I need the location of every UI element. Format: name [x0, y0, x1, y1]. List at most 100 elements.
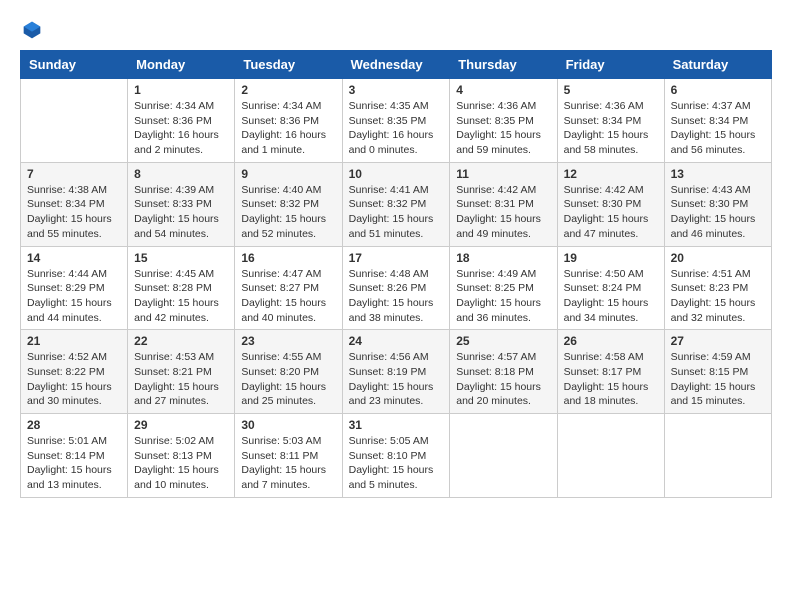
- day-info: Sunrise: 4:39 AM Sunset: 8:33 PM Dayligh…: [134, 183, 228, 242]
- day-cell: 12 Sunrise: 4:42 AM Sunset: 8:30 PM Dayli…: [557, 162, 664, 246]
- day-info: Sunrise: 4:49 AM Sunset: 8:25 PM Dayligh…: [456, 267, 550, 326]
- week-row-5: 28 Sunrise: 5:01 AM Sunset: 8:14 PM Dayli…: [21, 414, 772, 498]
- day-cell: 13 Sunrise: 4:43 AM Sunset: 8:30 PM Dayli…: [664, 162, 771, 246]
- day-number: 16: [241, 251, 335, 265]
- day-number: 2: [241, 83, 335, 97]
- header-saturday: Saturday: [664, 51, 771, 79]
- day-cell: [557, 414, 664, 498]
- day-info: Sunrise: 4:43 AM Sunset: 8:30 PM Dayligh…: [671, 183, 765, 242]
- day-number: 27: [671, 334, 765, 348]
- day-info: Sunrise: 4:44 AM Sunset: 8:29 PM Dayligh…: [27, 267, 121, 326]
- week-row-1: 1 Sunrise: 4:34 AM Sunset: 8:36 PM Daylig…: [21, 79, 772, 163]
- day-info: Sunrise: 4:38 AM Sunset: 8:34 PM Dayligh…: [27, 183, 121, 242]
- day-number: 22: [134, 334, 228, 348]
- day-number: 10: [349, 167, 444, 181]
- day-cell: 24Sunrise: 4:56 AM Sunset: 8:19 PM Dayli…: [342, 330, 450, 414]
- day-cell: 9Sunrise: 4:40 AM Sunset: 8:32 PM Daylig…: [235, 162, 342, 246]
- day-cell: [21, 79, 128, 163]
- day-number: 9: [241, 167, 335, 181]
- day-number: 7: [27, 167, 121, 181]
- day-cell: 29 Sunrise: 5:02 AM Sunset: 8:13 PM Dayli…: [128, 414, 235, 498]
- day-info: Sunrise: 5:05 AM Sunset: 8:10 PM Dayligh…: [349, 434, 444, 493]
- day-info: Sunrise: 4:55 AM Sunset: 8:20 PM Dayligh…: [241, 350, 335, 409]
- week-row-4: 21 Sunrise: 4:52 AM Sunset: 8:22 PM Dayli…: [21, 330, 772, 414]
- day-info: Sunrise: 4:37 AM Sunset: 8:34 PM Dayligh…: [671, 99, 765, 158]
- day-cell: [450, 414, 557, 498]
- day-cell: 22 Sunrise: 4:53 AM Sunset: 8:21 PM Dayli…: [128, 330, 235, 414]
- day-cell: 27 Sunrise: 4:59 AM Sunset: 8:15 PM Dayli…: [664, 330, 771, 414]
- day-info: Sunrise: 4:42 AM Sunset: 8:30 PM Dayligh…: [564, 183, 658, 242]
- day-cell: 6 Sunrise: 4:37 AM Sunset: 8:34 PM Daylig…: [664, 79, 771, 163]
- calendar-header-row: SundayMondayTuesdayWednesdayThursdayFrid…: [21, 51, 772, 79]
- day-cell: 11 Sunrise: 4:42 AM Sunset: 8:31 PM Dayli…: [450, 162, 557, 246]
- logo-icon: [22, 20, 42, 40]
- day-info: Sunrise: 4:34 AM Sunset: 8:36 PM Dayligh…: [241, 99, 335, 158]
- day-info: Sunrise: 4:36 AM Sunset: 8:34 PM Dayligh…: [564, 99, 658, 158]
- day-number: 13: [671, 167, 765, 181]
- day-number: 6: [671, 83, 765, 97]
- day-info: Sunrise: 4:41 AM Sunset: 8:32 PM Dayligh…: [349, 183, 444, 242]
- day-info: Sunrise: 4:48 AM Sunset: 8:26 PM Dayligh…: [349, 267, 444, 326]
- day-cell: 5Sunrise: 4:36 AM Sunset: 8:34 PM Daylig…: [557, 79, 664, 163]
- day-number: 21: [27, 334, 121, 348]
- day-info: Sunrise: 4:45 AM Sunset: 8:28 PM Dayligh…: [134, 267, 228, 326]
- day-cell: [664, 414, 771, 498]
- day-cell: 10 Sunrise: 4:41 AM Sunset: 8:32 PM Dayli…: [342, 162, 450, 246]
- day-cell: 23Sunrise: 4:55 AM Sunset: 8:20 PM Dayli…: [235, 330, 342, 414]
- day-number: 11: [456, 167, 550, 181]
- week-row-3: 14 Sunrise: 4:44 AM Sunset: 8:29 PM Dayli…: [21, 246, 772, 330]
- day-info: Sunrise: 4:36 AM Sunset: 8:35 PM Dayligh…: [456, 99, 550, 158]
- day-info: Sunrise: 4:42 AM Sunset: 8:31 PM Dayligh…: [456, 183, 550, 242]
- day-info: Sunrise: 5:02 AM Sunset: 8:13 PM Dayligh…: [134, 434, 228, 493]
- day-cell: 4Sunrise: 4:36 AM Sunset: 8:35 PM Daylig…: [450, 79, 557, 163]
- day-number: 28: [27, 418, 121, 432]
- calendar: SundayMondayTuesdayWednesdayThursdayFrid…: [20, 50, 772, 498]
- day-number: 1: [134, 83, 228, 97]
- header-friday: Friday: [557, 51, 664, 79]
- day-cell: 1 Sunrise: 4:34 AM Sunset: 8:36 PM Daylig…: [128, 79, 235, 163]
- day-number: 29: [134, 418, 228, 432]
- header-tuesday: Tuesday: [235, 51, 342, 79]
- day-info: Sunrise: 4:53 AM Sunset: 8:21 PM Dayligh…: [134, 350, 228, 409]
- day-number: 8: [134, 167, 228, 181]
- day-number: 18: [456, 251, 550, 265]
- header-sunday: Sunday: [21, 51, 128, 79]
- day-cell: 19 Sunrise: 4:50 AM Sunset: 8:24 PM Dayli…: [557, 246, 664, 330]
- day-number: 26: [564, 334, 658, 348]
- day-number: 15: [134, 251, 228, 265]
- day-info: Sunrise: 4:52 AM Sunset: 8:22 PM Dayligh…: [27, 350, 121, 409]
- day-cell: 3 Sunrise: 4:35 AM Sunset: 8:35 PM Daylig…: [342, 79, 450, 163]
- day-info: Sunrise: 4:57 AM Sunset: 8:18 PM Dayligh…: [456, 350, 550, 409]
- day-info: Sunrise: 4:35 AM Sunset: 8:35 PM Dayligh…: [349, 99, 444, 158]
- day-cell: 15 Sunrise: 4:45 AM Sunset: 8:28 PM Dayli…: [128, 246, 235, 330]
- day-number: 17: [349, 251, 444, 265]
- day-cell: 17 Sunrise: 4:48 AM Sunset: 8:26 PM Dayli…: [342, 246, 450, 330]
- day-cell: 18 Sunrise: 4:49 AM Sunset: 8:25 PM Dayli…: [450, 246, 557, 330]
- day-cell: 31 Sunrise: 5:05 AM Sunset: 8:10 PM Dayli…: [342, 414, 450, 498]
- page-header: [20, 20, 772, 40]
- day-cell: 25 Sunrise: 4:57 AM Sunset: 8:18 PM Dayli…: [450, 330, 557, 414]
- day-info: Sunrise: 5:03 AM Sunset: 8:11 PM Dayligh…: [241, 434, 335, 493]
- day-cell: 14 Sunrise: 4:44 AM Sunset: 8:29 PM Dayli…: [21, 246, 128, 330]
- day-cell: 20Sunrise: 4:51 AM Sunset: 8:23 PM Dayli…: [664, 246, 771, 330]
- day-info: Sunrise: 4:58 AM Sunset: 8:17 PM Dayligh…: [564, 350, 658, 409]
- header-wednesday: Wednesday: [342, 51, 450, 79]
- day-number: 31: [349, 418, 444, 432]
- day-info: Sunrise: 4:34 AM Sunset: 8:36 PM Dayligh…: [134, 99, 228, 158]
- day-cell: 7 Sunrise: 4:38 AM Sunset: 8:34 PM Daylig…: [21, 162, 128, 246]
- day-info: Sunrise: 4:59 AM Sunset: 8:15 PM Dayligh…: [671, 350, 765, 409]
- day-info: Sunrise: 4:50 AM Sunset: 8:24 PM Dayligh…: [564, 267, 658, 326]
- header-thursday: Thursday: [450, 51, 557, 79]
- day-info: Sunrise: 5:01 AM Sunset: 8:14 PM Dayligh…: [27, 434, 121, 493]
- day-number: 25: [456, 334, 550, 348]
- header-monday: Monday: [128, 51, 235, 79]
- day-cell: 16Sunrise: 4:47 AM Sunset: 8:27 PM Dayli…: [235, 246, 342, 330]
- day-cell: 26 Sunrise: 4:58 AM Sunset: 8:17 PM Dayli…: [557, 330, 664, 414]
- day-number: 12: [564, 167, 658, 181]
- day-number: 14: [27, 251, 121, 265]
- day-number: 19: [564, 251, 658, 265]
- logo: [20, 20, 42, 40]
- day-info: Sunrise: 4:51 AM Sunset: 8:23 PM Dayligh…: [671, 267, 765, 326]
- day-cell: 8 Sunrise: 4:39 AM Sunset: 8:33 PM Daylig…: [128, 162, 235, 246]
- day-number: 3: [349, 83, 444, 97]
